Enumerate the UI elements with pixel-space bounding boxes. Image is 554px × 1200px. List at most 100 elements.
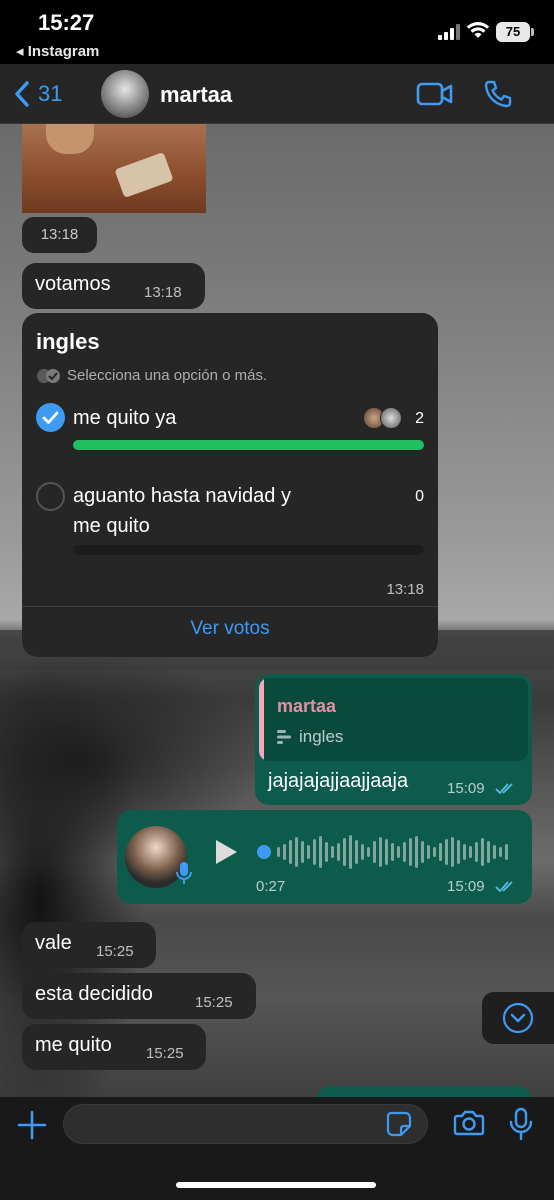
message-bubble[interactable]: vale 15:25 xyxy=(22,922,156,968)
waveform-bar xyxy=(457,840,460,864)
waveform-bar xyxy=(481,838,484,866)
waveform-bar xyxy=(337,843,340,861)
poll-hint: Selecciona una opción o más. xyxy=(67,367,268,384)
microphone-icon xyxy=(176,862,192,884)
waveform-bar xyxy=(283,844,286,860)
reply-message-bubble[interactable]: martaa ingles jajajajajjaajjaaja 15:09 xyxy=(255,674,532,805)
waveform-bar xyxy=(379,837,382,867)
waveform-bar xyxy=(391,843,394,861)
waveform-bar xyxy=(355,840,358,864)
audio-waveform[interactable] xyxy=(257,834,515,870)
message-time: 15:09 xyxy=(447,878,485,895)
chevron-left-icon xyxy=(15,81,29,107)
photo-message[interactable] xyxy=(22,124,206,213)
battery-tip xyxy=(531,28,534,36)
waveform-bar xyxy=(277,847,280,857)
message-text: esta decidido xyxy=(35,983,153,1005)
message-time: 15:25 xyxy=(146,1045,184,1062)
message-time: 15:25 xyxy=(96,943,134,960)
poll-option-bar xyxy=(73,440,424,450)
plus-icon[interactable] xyxy=(16,1109,48,1141)
waveform-bar xyxy=(403,842,406,862)
waveform-bar xyxy=(319,836,322,868)
waveform-bar xyxy=(427,845,430,859)
waveform-bar xyxy=(463,844,466,860)
poll-option-label-line: aguanto hasta navidad y xyxy=(73,485,291,507)
message-time: 15:09 xyxy=(447,780,485,797)
checkmark-icon xyxy=(42,411,59,424)
contact-avatar[interactable] xyxy=(101,70,149,118)
message-time-row: 15:09 xyxy=(447,780,517,797)
waveform-bar xyxy=(331,846,334,858)
battery-icon: 75 xyxy=(496,22,530,42)
poll-option-count: 0 xyxy=(415,488,424,505)
poll-option-bar-fill xyxy=(73,440,424,450)
contact-name[interactable]: martaa xyxy=(160,82,232,108)
message-bubble[interactable]: esta decidido 15:25 xyxy=(22,973,256,1019)
camera-icon[interactable] xyxy=(453,1109,485,1137)
message-bubble[interactable]: votamos 13:18 xyxy=(22,263,205,309)
photo-detail xyxy=(114,152,174,198)
waveform-bar xyxy=(397,846,400,858)
video-camera-icon[interactable] xyxy=(416,80,454,108)
waveform-bar xyxy=(439,843,442,861)
waveform-bar xyxy=(307,845,310,859)
quoted-message[interactable]: martaa ingles xyxy=(259,678,528,761)
double-check-icon xyxy=(495,783,513,795)
wifi-icon xyxy=(466,22,490,38)
scroll-to-bottom-button[interactable] xyxy=(482,992,554,1044)
message-text: vale xyxy=(35,932,72,954)
quote-bar xyxy=(259,678,264,761)
poll-option-checkbox[interactable] xyxy=(36,403,65,432)
poll-icon xyxy=(277,730,291,744)
poll-divider xyxy=(22,606,438,607)
waveform-bar xyxy=(349,835,352,869)
message-bubble[interactable]: me quito 15:25 xyxy=(22,1024,206,1070)
waveform-bar xyxy=(433,847,436,857)
poll-option-bar xyxy=(73,545,424,555)
waveform-bar xyxy=(289,840,292,864)
double-check-icon xyxy=(37,369,60,383)
message-text: jajajajajjaajjaaja xyxy=(268,770,409,792)
phone-icon[interactable] xyxy=(482,78,514,110)
poll-option-label-line: me quito xyxy=(73,515,150,537)
waveform-bar xyxy=(325,842,328,862)
waveform-bar xyxy=(415,836,418,868)
back-button[interactable]: 31 xyxy=(14,78,62,110)
quoted-text: ingles xyxy=(299,727,344,746)
waveform-bar xyxy=(475,842,478,862)
microphone-icon[interactable] xyxy=(508,1107,534,1141)
waveform-bar xyxy=(493,845,496,859)
waveform-bar xyxy=(421,841,424,863)
unread-count: 31 xyxy=(38,81,63,106)
voter-avatar xyxy=(380,407,402,429)
waveform-bar xyxy=(313,839,316,865)
poll-option-label[interactable]: aguanto hasta navidad y me quito xyxy=(73,481,291,541)
double-check-icon xyxy=(495,881,513,893)
status-time: 15:27 xyxy=(38,10,95,35)
signal-icon xyxy=(438,24,460,40)
waveform-bar xyxy=(295,837,298,867)
waveform-bar xyxy=(385,839,388,865)
view-votes-button[interactable]: Ver votos xyxy=(22,618,438,640)
waveform-bar xyxy=(343,838,346,866)
voice-duration: 0:27 xyxy=(256,878,286,895)
poll-option-checkbox[interactable] xyxy=(36,482,65,511)
waveform-bar xyxy=(469,846,472,858)
waveform-bar xyxy=(409,838,412,866)
play-icon[interactable] xyxy=(213,838,239,866)
waveform-bar xyxy=(373,841,376,863)
quoted-author: martaa xyxy=(277,696,337,716)
waveform-bar xyxy=(301,841,304,863)
chat-header: 31 martaa xyxy=(0,64,554,124)
message-time: 15:25 xyxy=(195,994,233,1011)
message-input[interactable] xyxy=(63,1104,428,1144)
sticker-icon[interactable] xyxy=(386,1111,412,1137)
poll-option-count: 2 xyxy=(415,410,424,427)
waveform-bar xyxy=(499,847,502,857)
back-to-app-link[interactable]: ◂ Instagram xyxy=(16,42,99,60)
waveform-bar xyxy=(505,844,508,860)
poll-option-label[interactable]: me quito ya xyxy=(73,403,176,433)
voice-message-bubble: 0:27 15:09 xyxy=(117,810,532,904)
poll-card: ingles Selecciona una opción o más. me q… xyxy=(22,313,438,657)
